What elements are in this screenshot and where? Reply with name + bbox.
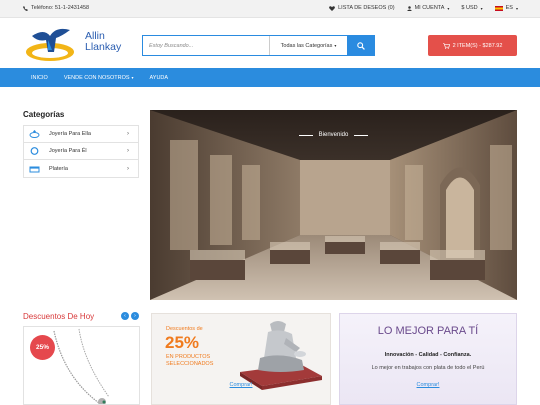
chevron-down-icon: ▾ xyxy=(480,5,483,11)
hero-banner[interactable]: Bienvenido xyxy=(150,110,517,300)
categories-list: Joyería Para Ella › Joyería Para Él › Pl… xyxy=(23,125,139,178)
deal-card[interactable]: 25% xyxy=(23,326,140,405)
language-label: ES xyxy=(505,5,513,11)
search-icon xyxy=(356,41,365,50)
chevron-down-icon: ▾ xyxy=(334,43,337,48)
wishlist-link[interactable]: LISTA DE DESEOS (0) xyxy=(329,5,395,11)
prev-arrow-button[interactable]: ‹ xyxy=(121,312,129,320)
promo-description: Lo mejor en trabajos con plata de todo e… xyxy=(371,365,485,371)
search-bar: Estoy Buscando... Todas las Categorías ▾ xyxy=(142,35,375,56)
search-category-label: Todas las Categorías xyxy=(280,42,333,49)
search-category-select[interactable]: Todas las Categorías ▾ xyxy=(270,36,347,55)
wishlist-label: LISTA DE DESEOS (0) xyxy=(338,5,395,11)
promo-subtitle-line1: EN PRODUCTOS xyxy=(166,354,211,360)
nav-item-label: AYUDA xyxy=(149,74,169,81)
chevron-right-icon: › xyxy=(127,165,129,172)
nav-item-ayuda[interactable]: AYUDA xyxy=(150,75,169,81)
promo-buy-link[interactable]: Comprar! xyxy=(340,382,516,388)
heart-icon xyxy=(329,5,336,11)
promo-best-card[interactable]: LO MEJOR PARA TÍ Innovación - Calidad - … xyxy=(339,313,517,405)
category-label: Joyería Para Él xyxy=(49,148,87,154)
category-item-ella[interactable]: Joyería Para Ella › xyxy=(24,126,138,143)
condor-logo-icon xyxy=(26,28,74,61)
phone-icon xyxy=(23,5,28,11)
chevron-down-icon: ▾ xyxy=(447,5,450,11)
user-icon xyxy=(406,5,412,11)
search-input[interactable]: Estoy Buscando... xyxy=(143,36,270,55)
promo-percent: 25% xyxy=(165,333,200,352)
promo-subtitle: EN PRODUCTOS SELECCIONADOS xyxy=(166,354,226,368)
search-button[interactable] xyxy=(347,36,374,55)
nav-item-label: VENDE CON NOSOTROS xyxy=(63,74,130,81)
category-label: Joyería Para Ella xyxy=(49,131,91,137)
account-menu[interactable]: MI CUENTA ▾ xyxy=(406,5,450,11)
header: Allin Llankay Estoy Buscando... Todas la… xyxy=(0,18,540,68)
cart-icon xyxy=(442,42,450,49)
category-label: Platería xyxy=(49,165,68,172)
promo-subtitle-line2: SELECCIONADOS xyxy=(166,361,214,367)
hero-title: Bienvenido xyxy=(318,132,349,138)
promo-small-text: Descuentos de xyxy=(166,326,203,332)
chevron-right-icon: › xyxy=(127,148,129,154)
bracelet-icon xyxy=(29,147,40,155)
currency-selector[interactable]: $ USD ▾ xyxy=(461,5,482,11)
chevron-down-icon: ▾ xyxy=(131,75,134,80)
nav-item-vende[interactable]: VENDE CON NOSOTROS ▾ xyxy=(64,75,134,81)
category-item-plateria[interactable]: Platería › xyxy=(24,160,138,177)
divider xyxy=(298,134,313,136)
hero-caption: Bienvenido xyxy=(150,132,517,138)
logo-line2: Llankay xyxy=(85,41,122,53)
promo-buy-link[interactable]: Comprar! xyxy=(152,382,330,388)
spain-flag-icon xyxy=(494,5,503,11)
discount-badge: 25% xyxy=(30,335,55,360)
phone-text: Teléfono: 51-1-2431458 xyxy=(31,5,90,11)
chevron-right-icon: › xyxy=(127,131,129,137)
promo-title: LO MEJOR PARA TÍ xyxy=(377,325,479,337)
category-item-el[interactable]: Joyería Para Él › xyxy=(24,143,138,160)
promo-discount-card[interactable]: Descuentos de 25% EN PRODUCTOS SELECCION… xyxy=(151,313,331,405)
silverware-icon xyxy=(29,165,40,173)
chevron-down-icon: ▾ xyxy=(515,5,518,11)
nav-item-inicio[interactable]: INICIO xyxy=(31,75,48,81)
next-arrow-button[interactable]: › xyxy=(131,312,139,320)
account-label: MI CUENTA xyxy=(414,5,445,11)
ring-icon xyxy=(29,130,40,138)
logo-text: Allin Llankay xyxy=(85,31,121,53)
cart-button[interactable]: 2 ITEM(S) - $287.92 xyxy=(428,35,517,56)
site-logo[interactable]: Allin Llankay xyxy=(24,22,134,64)
cart-label: 2 ITEM(S) - $287.92 xyxy=(452,42,503,49)
deals-carousel-controls: ‹ › xyxy=(121,312,139,320)
hero-gallery-image xyxy=(150,110,517,300)
promo-tagline: Innovación - Calidad - Confianza. xyxy=(384,352,472,358)
currency-label: $ USD xyxy=(461,5,478,11)
deals-title: Descuentos De Hoy xyxy=(23,312,95,321)
main-nav: INICIO VENDE CON NOSOTROS ▾ AYUDA xyxy=(0,68,540,87)
phone-info: Teléfono: 51-1-2431458 xyxy=(23,5,89,11)
nav-item-label: INICIO xyxy=(31,74,48,81)
categories-title: Categorías xyxy=(23,110,65,119)
language-selector[interactable]: ES ▾ xyxy=(494,5,518,11)
divider xyxy=(354,134,369,136)
top-bar: Teléfono: 51-1-2431458 LISTA DE DESEOS (… xyxy=(0,0,540,18)
